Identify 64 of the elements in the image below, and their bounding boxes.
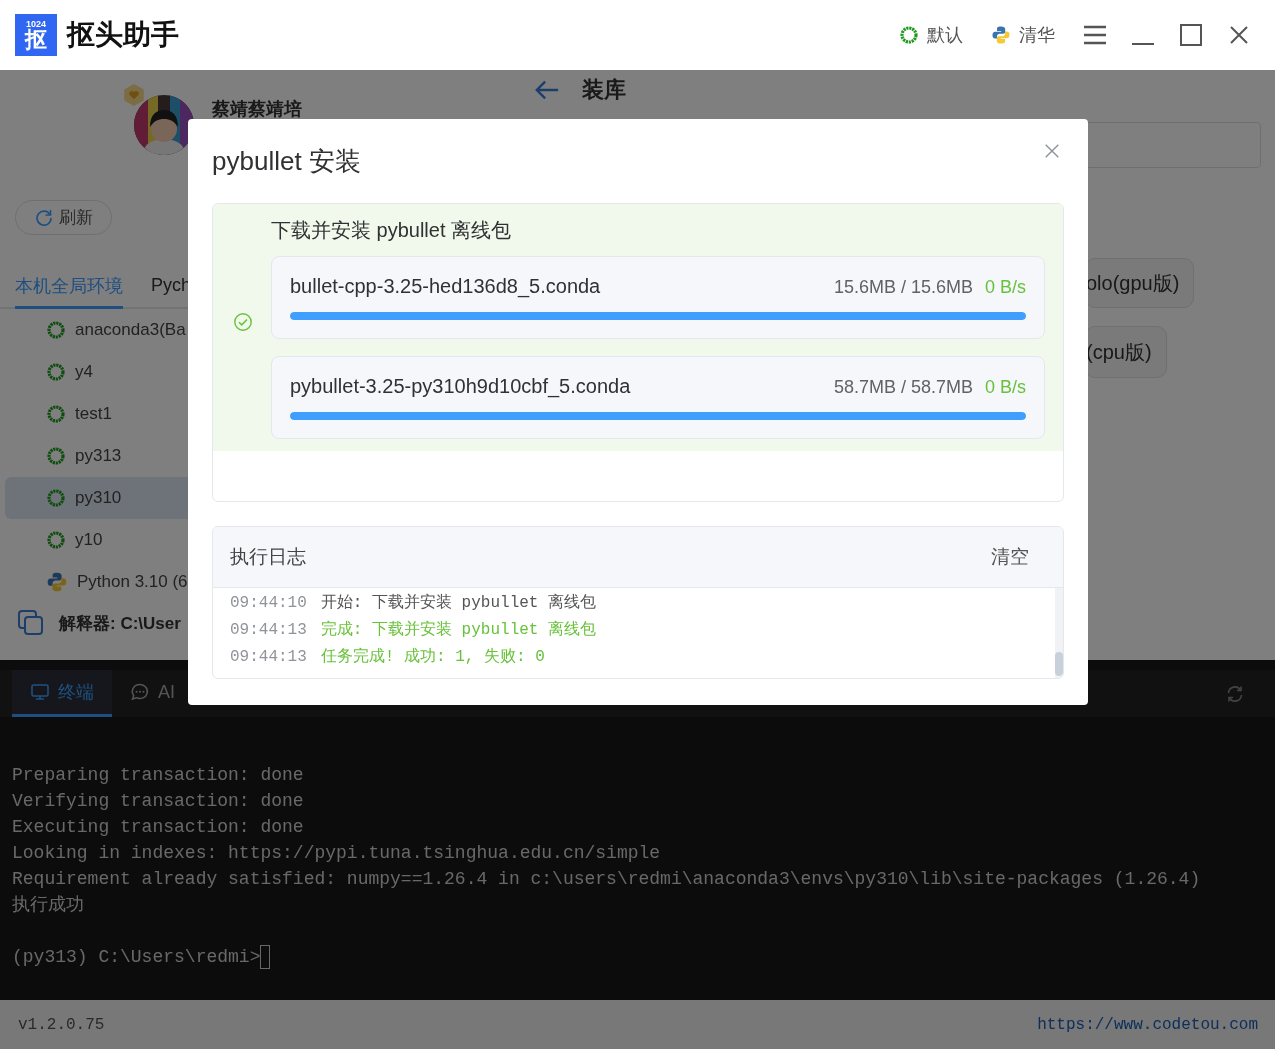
menu-icon[interactable] [1083, 23, 1107, 47]
package-chip[interactable]: olo(gpu版) [1085, 258, 1195, 308]
chat-icon [130, 682, 150, 702]
panel-tab[interactable]: 终端 [12, 670, 112, 717]
task-title: 下载并安装 pybullet 离线包 [271, 218, 513, 242]
mirror-button[interactable]: 清华 [991, 23, 1055, 47]
monitor-icon [30, 682, 50, 702]
environment-item[interactable]: anaconda3(Ba [5, 309, 200, 351]
log-message: 任务完成! 成功: 1, 失败: 0 [320, 646, 545, 668]
panel-tab[interactable]: AI [112, 670, 193, 717]
terminal-line: Requirement already satisfied: numpy==1.26.4 in c:\users\redmi\anaconda3\envs\py310\lib\site-packages (1.26.4) [12, 868, 1202, 891]
environment-tab[interactable]: 本机全局环境 [15, 265, 123, 309]
app-name: 抠头助手 [67, 18, 179, 52]
log-time: 09:44:10 [230, 593, 307, 614]
refresh-icon [34, 207, 54, 228]
ring-icon [46, 362, 66, 382]
close-icon[interactable] [1043, 142, 1061, 160]
python-icon [46, 571, 68, 593]
ring-icon [899, 25, 919, 45]
environment-item[interactable]: py313 [5, 435, 200, 477]
file-name: bullet-cpp-3.25-hed136d8_5.conda [290, 275, 602, 298]
mirror-button[interactable]: 默认 [899, 23, 963, 47]
terminal-line: 执行成功 [12, 894, 85, 917]
clear-button[interactable]: 清空 [991, 544, 1029, 570]
file-size: 58.7MB / 58.7MB [833, 377, 973, 398]
log-time: 09:44:13 [230, 620, 307, 641]
ring-icon [46, 446, 66, 466]
environment-item[interactable]: test1 [5, 393, 200, 435]
download-speed: 0 B/s [984, 377, 1026, 398]
ring-icon [46, 488, 66, 508]
terminal-line: Executing transaction: done [12, 816, 305, 839]
terminal-line: Looking in indexes: https://pypi.tuna.tsinghua.edu.cn/simple [12, 842, 662, 865]
copy-icon[interactable] [17, 609, 45, 637]
website-link[interactable]: https://www.codetou.com [1037, 1015, 1258, 1034]
environment-item[interactable]: Python 3.10 (6 [5, 561, 200, 603]
ring-icon [46, 320, 66, 340]
dialog-title: pybullet 安装 [212, 144, 361, 178]
download-speed: 0 B/s [984, 277, 1026, 298]
python-icon [991, 25, 1011, 45]
log-message: 完成: 下载并安装 pybullet 离线包 [320, 619, 597, 641]
environment-item[interactable]: y4 [5, 351, 200, 393]
page-title: 装库 [582, 76, 626, 104]
log-title: 执行日志 [230, 545, 306, 569]
terminal-line: Verifying transaction: done [12, 790, 305, 813]
ring-icon [46, 404, 66, 424]
interpreter-path: 解释器: C:\User [59, 612, 181, 635]
maximize-icon[interactable] [1179, 23, 1203, 47]
scrollbar-thumb[interactable] [1055, 652, 1063, 676]
user-name: 蔡靖蔡靖培 [212, 98, 303, 119]
back-arrow-icon[interactable] [534, 78, 560, 102]
app-logo: 1024 抠 [15, 14, 57, 56]
environment-item[interactable]: y10 [5, 519, 200, 561]
terminal-prompt: (py313) C:\Users\redmi> [12, 946, 261, 969]
file-name: pybullet-3.25-py310h9d10cbf_5.conda [290, 375, 632, 398]
terminal-line: Preparing transaction: done [12, 764, 305, 787]
reload-icon[interactable] [1225, 683, 1245, 704]
log-message: 开始: 下载并安装 pybullet 离线包 [320, 592, 597, 614]
heart-badge-icon [122, 83, 146, 107]
file-size: 15.6MB / 15.6MB [833, 277, 973, 298]
ring-icon [46, 530, 66, 550]
log-time: 09:44:13 [230, 647, 307, 668]
version-label: v1.2.0.75 [18, 1015, 105, 1034]
text-cursor [260, 945, 271, 969]
package-chip[interactable]: (cpu版) [1085, 326, 1167, 378]
